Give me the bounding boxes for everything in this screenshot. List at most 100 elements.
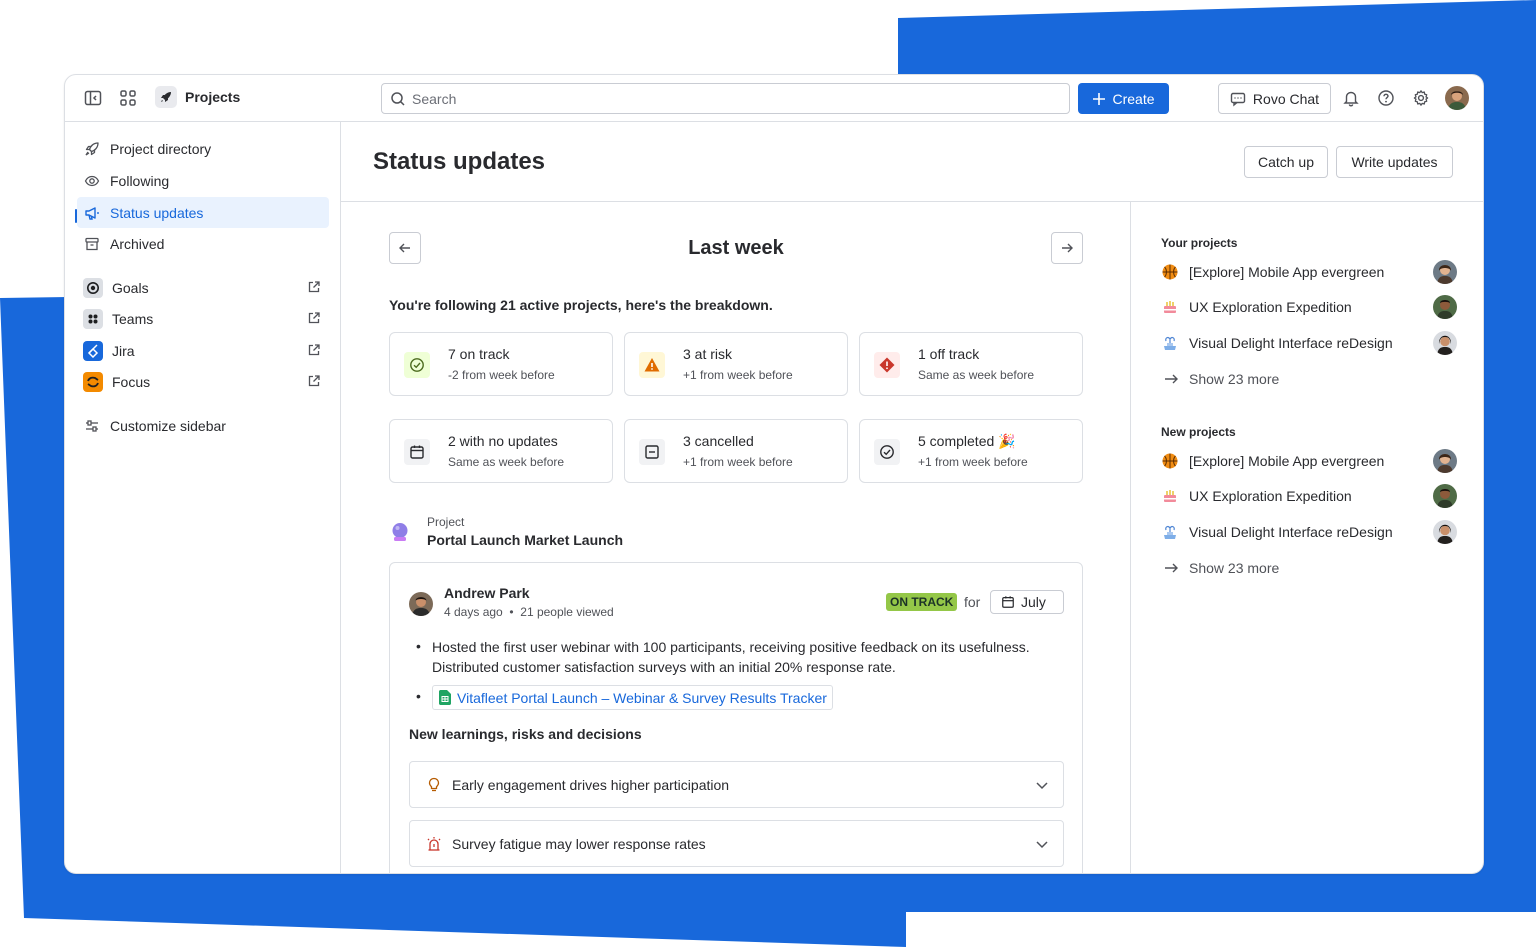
update-bullet-text: Hosted the first user webinar with 100 p… [432,639,1030,675]
basketball-icon [1162,453,1178,469]
sidebar-app-goals[interactable]: Goals [77,272,329,303]
catch-up-label: Catch up [1257,154,1315,170]
sidebar-app-jira[interactable]: Jira [77,335,329,366]
stat-sub: Same as week before [448,455,565,469]
calendar-icon [1002,596,1014,608]
your-project-item[interactable]: UX Exploration Expedition [1161,295,1457,319]
right-panel: Your projects [Explore] Mobile App everg… [1131,202,1483,873]
search-box[interactable] [381,83,1070,114]
owner-avatar [1433,449,1457,473]
stat-title: 3 at risk [683,346,733,362]
learning-label: Early engagement drives higher participa… [452,776,730,793]
sidebar-item-project-directory[interactable]: Project directory [77,133,329,164]
rovo-chat-button[interactable]: Rovo Chat [1218,83,1331,114]
app-window: Projects Create Rovo Chat Pro [64,74,1484,874]
sheets-icon [439,690,451,705]
archive-icon [83,235,101,253]
external-link-icon [308,344,320,356]
month-label: July [1021,594,1046,610]
project-kicker: Project [427,515,465,529]
stat-title: 5 completed 🎉 [918,433,1016,449]
stat-card-off-track[interactable]: 1 off track Same as week before [859,332,1083,396]
author-avatar[interactable] [409,592,433,616]
crystal-ball-icon [392,522,408,541]
gear-icon[interactable] [1409,86,1433,110]
owner-avatar [1433,260,1457,284]
write-updates-button[interactable]: Write updates [1336,146,1453,178]
megaphone-icon [83,204,101,222]
page-header: Status updates Catch up Write updates [341,122,1483,202]
fountain-icon [1164,525,1176,539]
new-project-item[interactable]: Visual Delight Interface reDesign [1161,520,1457,544]
teams-icon [83,308,103,329]
author-name[interactable]: Andrew Park [444,585,530,601]
chevron-down-icon [1036,841,1048,849]
stat-card-cancelled[interactable]: 3 cancelled +1 from week before [624,419,848,483]
main-content: Last week You're following 21 active pro… [341,202,1131,873]
learnings-title: New learnings, risks and decisions [409,726,642,742]
update-views[interactable]: 21 people viewed [520,605,613,619]
new-project-item[interactable]: [Explore] Mobile App evergreen [1161,449,1457,473]
stat-card-completed[interactable]: 5 completed 🎉 +1 from week before [859,419,1083,483]
your-project-item[interactable]: Visual Delight Interface reDesign [1161,331,1457,355]
show-more-label: Show 23 more [1189,371,1280,387]
completed-icon [874,439,900,465]
stat-card-no-updates[interactable]: 2 with no updates Same as week before [389,419,613,483]
owner-avatar [1433,331,1457,355]
create-button[interactable]: Create [1078,83,1169,114]
rocket-icon [83,140,101,158]
stat-card-on-track[interactable]: 7 on track -2 from week before [389,332,613,396]
chat-icon [1230,92,1246,106]
next-week-button[interactable] [1051,232,1083,264]
tracker-smart-link[interactable]: Vitafleet Portal Launch – Webinar & Surv… [432,685,833,710]
project-heading[interactable]: Project Portal Launch Market Launch [389,515,623,548]
arrow-right-icon [1062,243,1073,253]
basketball-icon [1162,264,1178,280]
sidebar-item-label: Archived [110,235,165,252]
sidebar-toggle-icon[interactable] [81,86,105,110]
arrow-right-icon [1165,563,1178,573]
bell-icon[interactable] [1339,86,1363,110]
learning-accordion[interactable]: Early engagement drives higher participa… [409,761,1064,808]
sliders-icon [83,417,101,435]
jira-icon [83,340,103,361]
month-chip[interactable]: July [990,590,1064,614]
check-circle-icon [404,352,430,378]
sidebar-item-following[interactable]: Following [77,165,329,196]
new-project-item[interactable]: UX Exploration Expedition [1161,484,1457,508]
project-title-block: Project Portal Launch Market Launch [427,515,623,548]
project-name: UX Exploration Expedition [1189,488,1352,504]
search-input[interactable] [412,90,1052,107]
risk-accordion[interactable]: Survey fatigue may lower response rates [409,820,1064,867]
user-avatar[interactable] [1445,86,1469,110]
catch-up-button[interactable]: Catch up [1244,146,1328,178]
your-projects-show-more[interactable]: Show 23 more [1163,371,1279,387]
sidebar-item-status-updates[interactable]: Status updates [77,197,329,228]
your-project-item[interactable]: [Explore] Mobile App evergreen [1161,260,1457,284]
app-name: Projects [185,89,241,105]
sidebar-app-focus[interactable]: Focus [77,366,329,397]
app-switcher-icon[interactable] [116,86,140,110]
new-projects-show-more[interactable]: Show 23 more [1163,560,1279,576]
risk-label: Survey fatigue may lower response rates [452,835,706,852]
customize-sidebar-button[interactable]: Customize sidebar [77,410,329,441]
project-name: [Explore] Mobile App evergreen [1189,453,1385,469]
update-time: 4 days ago [444,605,503,619]
bullet-marker: • [416,638,421,654]
plus-icon [1093,92,1106,105]
chevron-down-icon [1036,782,1048,790]
rovo-chat-label: Rovo Chat [1252,90,1320,107]
stat-sub: +1 from week before [683,368,793,382]
help-icon[interactable] [1374,86,1398,110]
stat-card-at-risk[interactable]: 3 at risk +1 from week before [624,332,848,396]
stat-sub: Same as week before [918,368,1035,382]
sidebar-app-label: Teams [112,310,154,327]
sidebar-item-label: Following [110,172,170,189]
stat-title: 7 on track [448,346,510,362]
project-name[interactable]: Portal Launch Market Launch [427,532,623,548]
sidebar-app-teams[interactable]: Teams [77,303,329,334]
app-home-link[interactable]: Projects [155,86,240,108]
sidebar-item-archived[interactable]: Archived [77,228,329,259]
siren-icon [427,836,441,851]
page-title: Status updates [373,148,546,175]
